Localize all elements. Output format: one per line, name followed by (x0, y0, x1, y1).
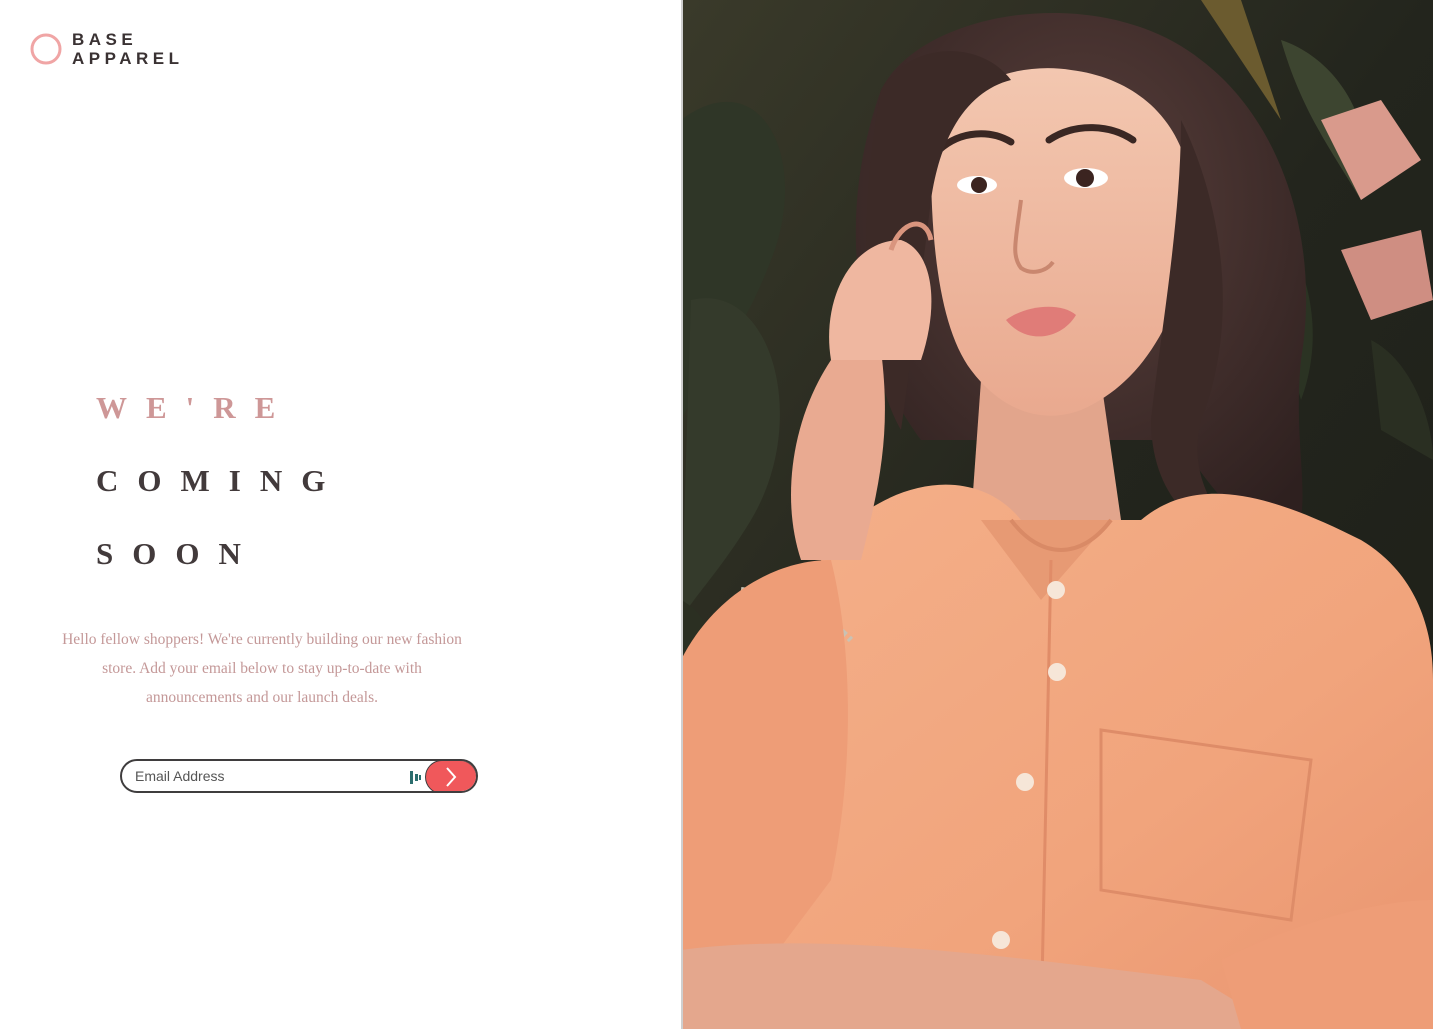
intro-text: Hello fellow shoppers! We're currently b… (62, 631, 462, 706)
content-pane: BASE APPAREL WE'RE COMING SOON Hello fel… (0, 0, 681, 1029)
chevron-right-icon (446, 767, 457, 787)
email-signup-form (120, 759, 478, 793)
email-input[interactable] (122, 761, 435, 791)
hero-image (681, 0, 1433, 1029)
brand-logo[interactable]: BASE APPAREL (30, 30, 183, 70)
brand-name: BASE APPAREL (72, 30, 183, 68)
brand-name-line1: BASE (72, 30, 138, 49)
headline-line-1: WE'RE (96, 390, 295, 425)
password-manager-icon[interactable] (410, 771, 422, 784)
submit-button[interactable] (425, 761, 476, 791)
coming-soon-page: BASE APPAREL WE'RE COMING SOON Hello fel… (0, 0, 1433, 1029)
brand-name-line2: APPAREL (72, 49, 184, 68)
headline-line-3: SOON (96, 536, 260, 571)
headline-line-2: COMING (96, 463, 345, 498)
logo-circle-icon (30, 33, 62, 65)
hero-photo (681, 0, 1433, 1029)
